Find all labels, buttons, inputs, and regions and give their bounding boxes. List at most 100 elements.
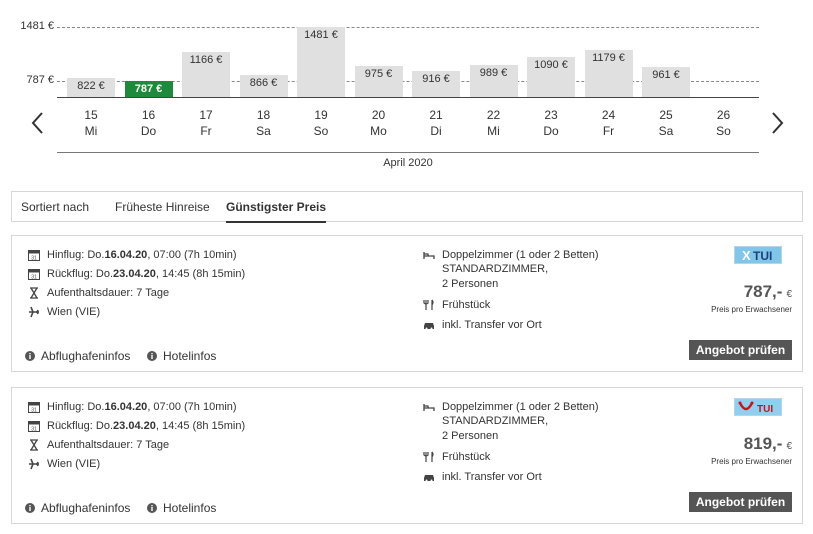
info-icon xyxy=(25,351,35,361)
price-bar-25[interactable]: 961 € xyxy=(642,67,690,97)
sort-option-cheapest[interactable]: Günstigster Preis xyxy=(226,192,327,223)
day-label-16[interactable]: 16 Do xyxy=(124,107,174,139)
info-icon xyxy=(25,503,35,513)
car-icon xyxy=(424,475,434,482)
cutlery-icon xyxy=(423,299,434,310)
day-label-18[interactable]: 18 Sa xyxy=(239,107,289,139)
day-label-25[interactable]: 25 Sa xyxy=(641,107,691,139)
day-label-26[interactable]: 26 So xyxy=(699,107,749,139)
day-number: 24 xyxy=(601,108,616,122)
check-offer-button[interactable]: Angebot prüfen xyxy=(689,492,792,512)
weekday: Fr xyxy=(200,124,212,138)
tour-operator-logo: X TUI xyxy=(734,246,782,264)
price-bar-18[interactable]: 866 € xyxy=(239,75,288,97)
outbound-flight: 31 Hinflug: Do. 16.04.20, 07:00 (7h 10mi… xyxy=(28,248,237,262)
day-label-20[interactable]: 20 Mo xyxy=(354,107,404,139)
price-bar-20[interactable]: 975 € xyxy=(354,66,403,97)
outbound-flight: 31 Hinflug: Do. 16.04.20, 07:00 (7h 10mi… xyxy=(28,400,237,414)
price-calendar-chart: 1481 € 787 € 822 € 787 € 1166 € 866 € 1481 €… xyxy=(0,0,813,180)
sort-bar: Sortiert nach Früheste Hinreise Günstigs… xyxy=(11,191,803,223)
weekday: Do xyxy=(140,124,157,138)
svg-text:31: 31 xyxy=(31,427,37,433)
xtui-logo: X TUI xyxy=(735,247,781,263)
price-bar-16[interactable]: 787 € xyxy=(124,81,173,97)
day-number: 20 xyxy=(371,108,386,122)
weekday: Fr xyxy=(602,124,615,138)
day-number: 17 xyxy=(199,108,213,122)
price-bar-24[interactable]: 1179 € xyxy=(584,50,633,97)
day-label-24[interactable]: 24 Fr xyxy=(584,107,634,139)
departure-airport: Wien (VIE) xyxy=(28,457,100,471)
weekday: Mi xyxy=(84,124,98,138)
day-number: 19 xyxy=(314,108,328,122)
price-bar-22[interactable]: 989 € xyxy=(469,65,518,97)
transfer-info: inkl. Transfer vor Ort xyxy=(423,470,542,484)
person-count: 2 Personen xyxy=(442,278,499,290)
max-price-line xyxy=(57,27,759,28)
day-number: 21 xyxy=(429,108,443,122)
day-label-22[interactable]: 22 Mi xyxy=(469,107,519,139)
price-bar-17[interactable]: 1166 € xyxy=(182,52,230,97)
day-label-17[interactable]: 17 Fr xyxy=(181,107,231,139)
day-number: 26 xyxy=(716,108,731,122)
stay-duration: Aufenthaltsdauer: 7 Tage xyxy=(28,438,169,452)
room-info: Doppelzimmer (1 oder 2 Betten) xyxy=(423,400,599,414)
day-label-23[interactable]: 23 Do xyxy=(526,107,576,139)
hotel-info-link[interactable]: Hotelinfos xyxy=(147,349,216,363)
stay-duration: Aufenthaltsdauer: 7 Tage xyxy=(28,286,169,300)
weekday: Sa xyxy=(658,124,674,138)
svg-text:31: 31 xyxy=(31,256,37,262)
airport-info-link[interactable]: Abflughafeninfos xyxy=(25,501,130,515)
hotel-info-link[interactable]: Hotelinfos xyxy=(147,501,216,515)
day-label-21[interactable]: 21 Di xyxy=(411,107,461,139)
day-label-19[interactable]: 19 So xyxy=(296,107,346,139)
airport-info-link[interactable]: Abflughafeninfos xyxy=(25,349,130,363)
svg-text:X: X xyxy=(742,248,751,263)
weekday: So xyxy=(313,124,329,138)
sort-label: Sortiert nach xyxy=(21,200,90,214)
chevron-left-icon xyxy=(31,112,43,134)
price-bar-15[interactable]: 822 € xyxy=(67,78,115,97)
weekday: Mi xyxy=(487,124,500,138)
calendar-icon: 31 xyxy=(28,402,40,413)
board-type: Frühstück xyxy=(423,298,490,312)
svg-text:TUI: TUI xyxy=(757,404,773,415)
day-number: 25 xyxy=(659,108,673,122)
offer-card: 31 Hinflug: Do. 16.04.20, 07:00 (7h 10mi… xyxy=(11,387,803,524)
departure-airport: Wien (VIE) xyxy=(28,305,100,319)
max-price-label: 1481 € xyxy=(20,20,54,32)
bed-icon xyxy=(423,252,435,259)
tour-operator-logo: TUI xyxy=(734,398,782,416)
price-bar-23[interactable]: 1090 € xyxy=(527,57,575,97)
weekday: Di xyxy=(430,124,442,138)
bed-icon xyxy=(423,404,435,411)
board-type: Frühstück xyxy=(423,450,490,464)
day-number: 23 xyxy=(544,108,558,122)
cutlery-icon xyxy=(423,451,434,462)
day-number: 22 xyxy=(486,108,501,122)
tui-logo: TUI xyxy=(735,399,781,415)
hourglass-icon xyxy=(30,439,38,451)
calendar-icon: 31 xyxy=(28,250,40,262)
weekday: Mo xyxy=(370,124,387,138)
day-label-15[interactable]: 15 Mi xyxy=(66,107,116,139)
offer-price: 787,- € xyxy=(743,282,792,301)
price-bar-21[interactable]: 916 € xyxy=(412,71,460,97)
next-dates-button[interactable] xyxy=(767,108,787,138)
svg-text:31: 31 xyxy=(31,275,37,281)
weekday: Do xyxy=(543,124,559,138)
ref-price-label: 787 € xyxy=(26,74,54,86)
car-icon xyxy=(424,323,434,330)
month-divider xyxy=(57,152,759,153)
day-number: 15 xyxy=(84,108,98,122)
person-count: 2 Personen xyxy=(442,430,499,442)
price-note: Preis pro Erwachsener xyxy=(711,457,792,466)
check-offer-button[interactable]: Angebot prüfen xyxy=(689,340,792,360)
calendar-icon: 31 xyxy=(28,269,40,281)
info-icon xyxy=(147,503,157,513)
offer-price: 819,- € xyxy=(743,434,792,453)
prev-dates-button[interactable] xyxy=(28,108,48,138)
sort-option-earliest[interactable]: Früheste Hinreise xyxy=(115,192,210,223)
offer-card: 31 Hinflug: Do. 16.04.20, 07:00 (7h 10mi… xyxy=(11,235,803,372)
price-bar-19[interactable]: 1481 € xyxy=(297,27,345,97)
